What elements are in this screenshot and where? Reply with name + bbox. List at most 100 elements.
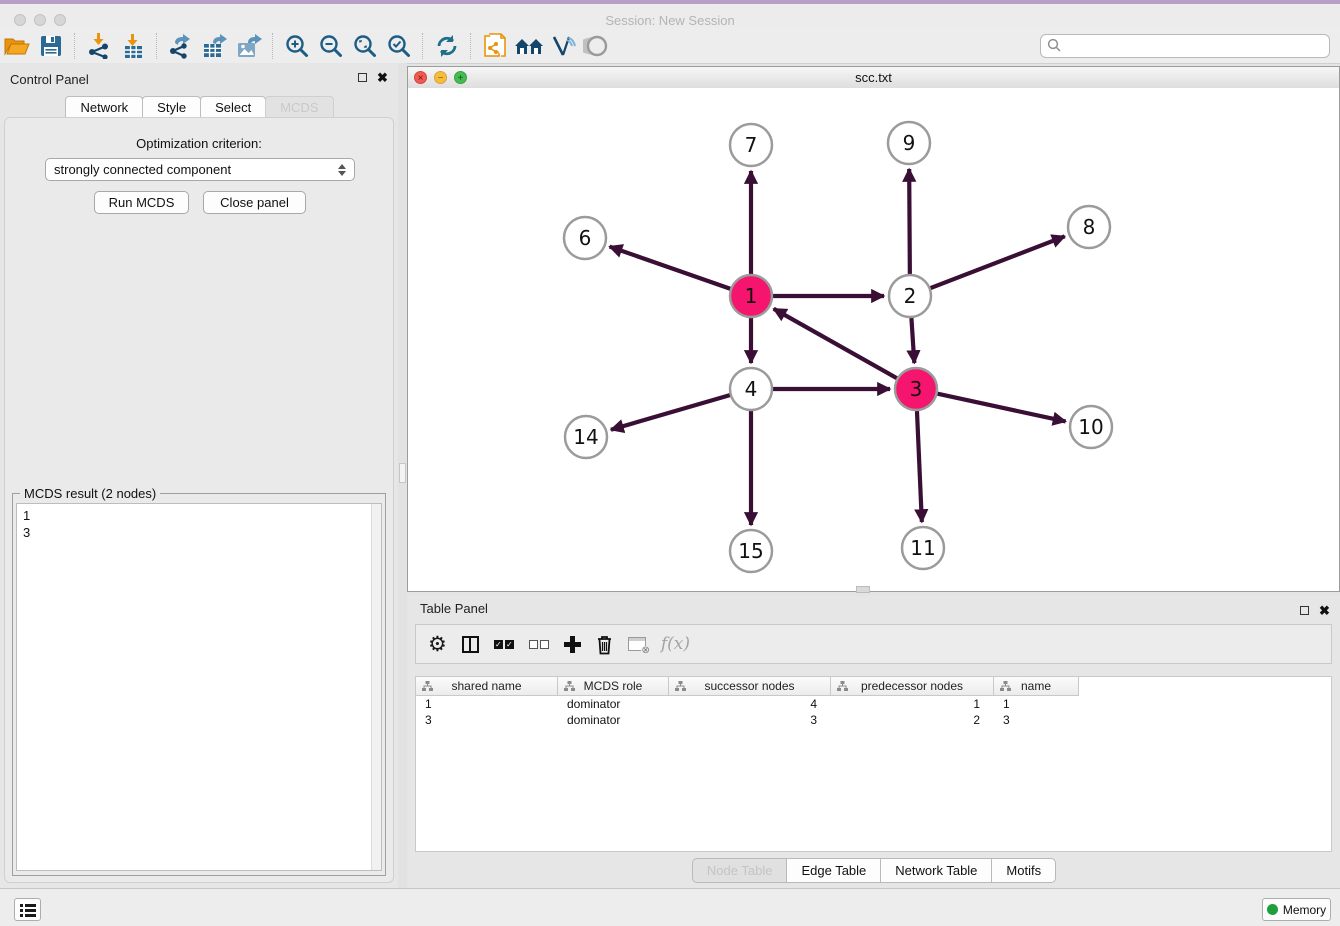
table-settings-button[interactable]: ⚙ (428, 630, 447, 658)
task-history-button[interactable] (14, 898, 41, 921)
deselect-all-rows-button[interactable] (529, 630, 549, 658)
graph-node-3[interactable]: 3 (895, 368, 937, 410)
column-header-MCDS-role[interactable]: MCDS role (558, 677, 669, 696)
column-header-name[interactable]: name (994, 677, 1079, 696)
toolbar-separator (74, 33, 76, 59)
window-title: Session: New Session (0, 13, 1340, 28)
open-session-button[interactable] (0, 31, 34, 61)
save-session-button[interactable] (34, 31, 68, 61)
show-all-button[interactable] (580, 31, 614, 61)
graph-edge-2-9[interactable] (909, 169, 910, 274)
import-table-button[interactable] (116, 31, 150, 61)
graph-node-11[interactable]: 11 (902, 527, 944, 569)
zoom-in-button[interactable] (280, 31, 314, 61)
graph-node-8[interactable]: 8 (1068, 206, 1110, 248)
graph-edge-4-14[interactable] (611, 395, 730, 430)
graph-node-4[interactable]: 4 (730, 368, 772, 410)
criterion-dropdown[interactable]: strongly connected component (45, 158, 355, 181)
table-cell[interactable]: 2 (831, 712, 994, 728)
svg-text:2: 2 (904, 284, 917, 308)
list-icon (20, 903, 36, 917)
export-table-button[interactable] (198, 31, 232, 61)
import-network-button[interactable] (82, 31, 116, 61)
first-neighbors-button[interactable] (512, 31, 546, 61)
table-cell[interactable]: 3 (416, 712, 558, 728)
table-panel-title: Table Panel (420, 601, 488, 616)
graph-node-1[interactable]: 1 (730, 275, 772, 317)
column-header-successor-nodes[interactable]: successor nodes (669, 677, 831, 696)
result-scrollbar[interactable] (371, 504, 381, 870)
add-row-button[interactable] (564, 630, 581, 658)
column-header-predecessor-nodes[interactable]: predecessor nodes (831, 677, 994, 696)
graph-node-9[interactable]: 9 (888, 122, 930, 164)
network-view-window: × − + scc.txt 7968124314101511 (407, 66, 1340, 592)
search-icon (1047, 38, 1062, 53)
table-cell[interactable]: dominator (558, 712, 669, 728)
graph-node-10[interactable]: 10 (1070, 406, 1112, 448)
export-image-button[interactable] (232, 31, 266, 61)
splitter-handle[interactable] (399, 463, 406, 483)
graph-node-7[interactable]: 7 (730, 124, 772, 166)
table-cell[interactable]: 1 (416, 696, 558, 712)
tab-motifs[interactable]: Motifs (991, 858, 1056, 883)
eye-icon (583, 34, 611, 58)
zoom-selected-button[interactable] (382, 31, 416, 61)
zoom-fit-icon (352, 33, 378, 59)
table-cell[interactable]: 4 (669, 696, 831, 712)
delete-table-icon (628, 637, 646, 651)
node-table[interactable]: shared nameMCDS rolesuccessor nodesprede… (415, 676, 1332, 852)
export-network-button[interactable] (164, 31, 198, 61)
hide-selected-button[interactable] (546, 31, 580, 61)
zoom-out-button[interactable] (314, 31, 348, 61)
graph-edge-1-6[interactable] (610, 247, 731, 289)
column-header-shared-name[interactable]: shared name (416, 677, 558, 696)
open-network-file-button[interactable] (478, 31, 512, 61)
mcds-result-title: MCDS result (2 nodes) (20, 486, 160, 501)
close-panel-button[interactable]: Close panel (203, 191, 306, 214)
table-panel: Table Panel ✖ ⚙ ✓✓ f(x) shared nameMCDS … (407, 596, 1340, 888)
graph-node-6[interactable]: 6 (564, 217, 606, 259)
tab-edge-table[interactable]: Edge Table (786, 858, 881, 883)
import-table-icon (120, 33, 146, 59)
close-panel-icon[interactable]: ✖ (377, 72, 388, 83)
tab-style[interactable]: Style (142, 96, 201, 118)
refresh-layout-button[interactable] (430, 31, 464, 61)
close-table-panel-icon[interactable]: ✖ (1319, 605, 1330, 616)
mcds-result-text-area[interactable]: 13 (16, 503, 382, 871)
table-cell[interactable]: 1 (994, 696, 1079, 712)
tab-mcds[interactable]: MCDS (265, 96, 333, 118)
table-cell[interactable]: 3 (669, 712, 831, 728)
show-column-panel-button[interactable] (462, 630, 479, 658)
tab-node-table[interactable]: Node Table (692, 858, 788, 883)
graph-edge-3-1[interactable] (774, 309, 897, 378)
graph-node-14[interactable]: 14 (565, 416, 607, 458)
svg-text:15: 15 (738, 539, 763, 563)
search-input[interactable] (1062, 38, 1323, 54)
graph-edge-2-8[interactable] (931, 236, 1065, 288)
tab-network[interactable]: Network (65, 96, 143, 118)
table-cell[interactable]: 3 (994, 712, 1079, 728)
table-cell[interactable]: 1 (831, 696, 994, 712)
tab-select[interactable]: Select (200, 96, 266, 118)
vertical-splitter[interactable] (398, 63, 407, 888)
graph-node-2[interactable]: 2 (889, 275, 931, 317)
table-panel-tabs: Node TableEdge TableNetwork TableMotifs (407, 858, 1340, 883)
fx-icon: f(x) (661, 634, 690, 654)
run-mcds-button[interactable]: Run MCDS (94, 191, 189, 214)
svg-text:6: 6 (579, 226, 592, 250)
float-panel-icon[interactable] (358, 73, 367, 82)
graph-edge-3-10[interactable] (937, 394, 1065, 422)
memory-button[interactable]: Memory (1262, 898, 1331, 921)
select-all-rows-button[interactable]: ✓✓ (494, 630, 514, 658)
graph-node-15[interactable]: 15 (730, 530, 772, 572)
graph-edge-2-3[interactable] (911, 318, 914, 363)
search-field[interactable] (1040, 34, 1330, 58)
tab-network-table[interactable]: Network Table (880, 858, 992, 883)
table-cell[interactable]: dominator (558, 696, 669, 712)
float-table-panel-icon[interactable] (1300, 606, 1309, 615)
network-resize-grip[interactable] (856, 586, 870, 593)
delete-row-button[interactable] (596, 630, 613, 658)
network-canvas[interactable]: 7 9 6 8 1 2 4 3 14 10 15 11 (408, 88, 1339, 591)
zoom-fit-button[interactable] (348, 31, 382, 61)
graph-edge-3-11[interactable] (917, 411, 922, 522)
